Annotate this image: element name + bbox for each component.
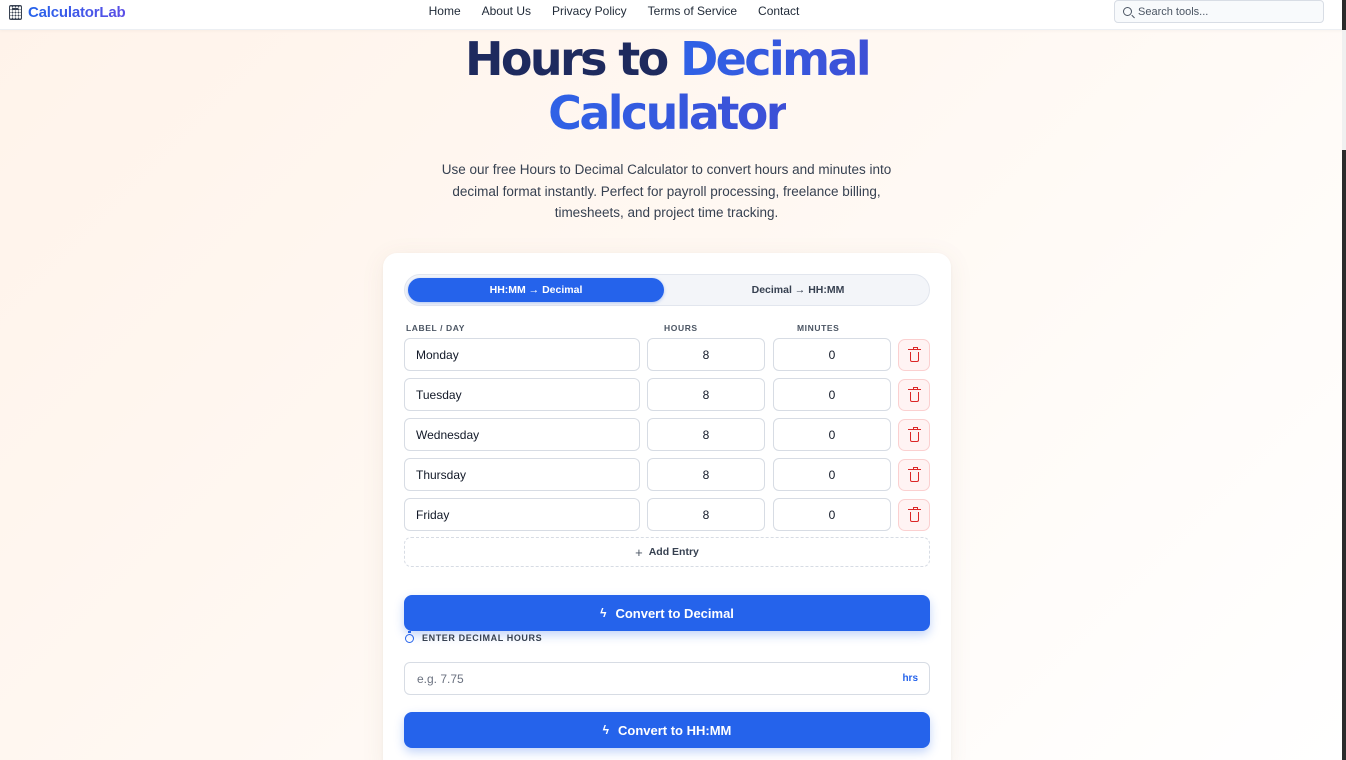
decimal-hours-label-text: ENTER DECIMAL HOURS xyxy=(422,633,543,643)
title-part-decimal: Decimal xyxy=(680,32,872,86)
main-nav: Home About Us Privacy Policy Terms of Se… xyxy=(0,4,1228,18)
entry-minutes-input[interactable]: 0 xyxy=(773,378,891,411)
plus-icon: + xyxy=(635,544,643,560)
title-part-calculator: Calculator xyxy=(548,86,788,140)
nav-contact[interactable]: Contact xyxy=(758,4,799,18)
entry-label-input[interactable]: Wednesday xyxy=(404,418,640,451)
entry-minutes-input[interactable]: 0 xyxy=(773,418,891,451)
page-description: Use our free Hours to Decimal Calculator… xyxy=(441,162,892,220)
timer-icon xyxy=(405,630,414,643)
tab-decimal-to-hhmm[interactable]: Decimal → HH:MM xyxy=(670,278,926,302)
decimal-hours-label: ENTER DECIMAL HOURS xyxy=(405,630,543,643)
entry-hours-input[interactable]: 8 xyxy=(647,378,765,411)
hrs-unit-suffix: hrs xyxy=(902,673,918,684)
top-navbar: CalculatorLab Home About Us Privacy Poli… xyxy=(0,0,1342,30)
trash-icon xyxy=(907,466,921,482)
search-box[interactable] xyxy=(1114,0,1324,23)
convert-to-decimal-label: Convert to Decimal xyxy=(615,605,734,621)
delete-entry-button[interactable] xyxy=(898,459,930,491)
decimal-hours-field[interactable]: hrs xyxy=(404,662,930,695)
nav-about-us[interactable]: About Us xyxy=(482,4,531,18)
entry-row: Tuesday 8 0 xyxy=(404,378,930,411)
entry-row: Friday 8 0 xyxy=(404,498,930,531)
entry-hours-input[interactable]: 8 xyxy=(647,418,765,451)
calculator-card: HH:MM → Decimal Decimal → HH:MM LABEL / … xyxy=(383,253,951,760)
entry-label-input[interactable]: Tuesday xyxy=(404,378,640,411)
nav-privacy-policy[interactable]: Privacy Policy xyxy=(552,4,627,18)
mode-toggle: HH:MM → Decimal Decimal → HH:MM xyxy=(404,274,930,306)
entry-label-input[interactable]: Monday xyxy=(404,338,640,371)
tab-hhmm-to-decimal[interactable]: HH:MM → Decimal xyxy=(408,278,664,302)
entry-label-input[interactable]: Thursday xyxy=(404,458,640,491)
nav-terms-of-service[interactable]: Terms of Service xyxy=(648,4,737,18)
column-header-label: LABEL / DAY xyxy=(406,323,466,333)
lightning-icon: ϟ xyxy=(600,606,607,620)
trash-icon xyxy=(907,506,921,522)
entry-hours-input[interactable]: 8 xyxy=(647,458,765,491)
lightning-icon: ϟ xyxy=(602,723,609,737)
delete-entry-button[interactable] xyxy=(898,379,930,411)
nav-home[interactable]: Home xyxy=(429,4,461,18)
entry-label-input[interactable]: Friday xyxy=(404,498,640,531)
entry-minutes-input[interactable]: 0 xyxy=(773,458,891,491)
entry-row: Wednesday 8 0 xyxy=(404,418,930,451)
window-scrollbar[interactable] xyxy=(1342,0,1346,760)
add-entry-label: Add Entry xyxy=(648,546,699,558)
delete-entry-button[interactable] xyxy=(898,499,930,531)
column-header-minutes: MINUTES xyxy=(797,323,840,333)
trash-icon xyxy=(907,346,921,362)
decimal-hours-input[interactable] xyxy=(417,671,877,686)
search-input[interactable] xyxy=(1138,5,1308,18)
convert-to-hhmm-label: Convert to HH:MM xyxy=(617,722,732,738)
entry-row: Monday 8 0 xyxy=(404,338,930,371)
trash-icon xyxy=(907,426,921,442)
add-entry-button[interactable]: + Add Entry xyxy=(404,537,930,567)
entry-minutes-input[interactable]: 0 xyxy=(773,338,891,371)
title-part-hours-to: Hours to xyxy=(464,32,669,86)
trash-icon xyxy=(907,386,921,402)
column-header-hours: HOURS xyxy=(664,323,698,333)
entry-hours-input[interactable]: 8 xyxy=(647,498,765,531)
convert-to-hhmm-button[interactable]: ϟ Convert to HH:MM xyxy=(404,712,930,748)
page-title: Hours to Decimal Calculator xyxy=(0,32,1334,140)
entry-minutes-input[interactable]: 0 xyxy=(773,498,891,531)
convert-to-decimal-button[interactable]: ϟ Convert to Decimal xyxy=(404,595,930,631)
delete-entry-button[interactable] xyxy=(898,419,930,451)
entry-hours-input[interactable]: 8 xyxy=(647,338,765,371)
delete-entry-button[interactable] xyxy=(898,339,930,371)
entry-row: Thursday 8 0 xyxy=(404,458,930,491)
search-icon xyxy=(1123,7,1132,16)
